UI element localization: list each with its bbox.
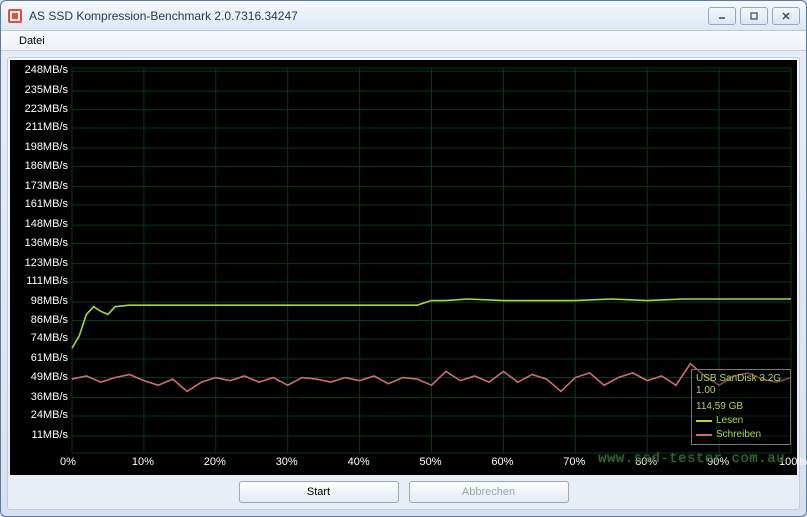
window-buttons — [708, 7, 800, 25]
legend-device: USB SanDisk 3.2G — [696, 373, 786, 385]
x-tick-label: 90% — [707, 456, 729, 468]
x-tick-label: 20% — [204, 456, 226, 468]
x-tick-label: 80% — [635, 456, 657, 468]
y-tick-label: 223MB/s — [12, 103, 68, 115]
y-tick-label: 98MB/s — [12, 295, 68, 307]
y-tick-label: 198MB/s — [12, 141, 68, 153]
x-tick-label: 40% — [348, 456, 370, 468]
app-window: AS SSD Kompression-Benchmark 2.0.7316.34… — [0, 0, 807, 517]
y-tick-label: 24MB/s — [12, 409, 68, 421]
legend-box: USB SanDisk 3.2G 1.00 114,59 GB Lesen Sc… — [691, 369, 791, 445]
y-tick-label: 211MB/s — [12, 121, 68, 133]
chart-area: 11MB/s 24MB/s 36MB/s 49MB/s 61MB/s 74MB/s 86MB… — [10, 60, 797, 475]
y-tick-label: 36MB/s — [12, 391, 68, 403]
y-tick-label: 148MB/s — [12, 218, 68, 230]
client-area: 11MB/s 24MB/s 36MB/s 49MB/s 61MB/s 74MB/s 86MB… — [7, 57, 800, 510]
y-tick-label: 74MB/s — [12, 332, 68, 344]
titlebar: AS SSD Kompression-Benchmark 2.0.7316.34… — [1, 1, 806, 31]
y-tick-label: 123MB/s — [12, 257, 68, 269]
legend-swatch-write — [696, 434, 712, 436]
y-tick-label: 136MB/s — [12, 237, 68, 249]
y-tick-label: 86MB/s — [12, 314, 68, 326]
window-title: AS SSD Kompression-Benchmark 2.0.7316.34… — [29, 9, 708, 23]
maximize-button[interactable] — [740, 7, 768, 25]
chart-svg — [10, 60, 797, 475]
x-tick-label: 60% — [491, 456, 513, 468]
y-tick-label: 111MB/s — [12, 275, 68, 287]
x-tick-label: 30% — [276, 456, 298, 468]
legend-capacity: 114,59 GB — [696, 401, 786, 413]
y-tick-label: 173MB/s — [12, 180, 68, 192]
x-tick-label: 0% — [60, 456, 76, 468]
legend-write-label: Schreiben — [716, 429, 761, 441]
legend-read-label: Lesen — [716, 415, 743, 427]
y-tick-label: 186MB/s — [12, 160, 68, 172]
y-tick-label: 248MB/s — [12, 64, 68, 76]
button-bar: Start Abbrechen — [8, 475, 799, 509]
start-button[interactable]: Start — [239, 481, 399, 503]
close-button[interactable] — [772, 7, 800, 25]
y-tick-label: 235MB/s — [12, 84, 68, 96]
y-tick-label: 11MB/s — [12, 429, 68, 441]
x-tick-label: 10% — [132, 456, 154, 468]
cancel-button[interactable]: Abbrechen — [409, 481, 569, 503]
minimize-button[interactable] — [708, 7, 736, 25]
legend-swatch-read — [696, 420, 712, 422]
legend-row-read: Lesen — [696, 415, 786, 427]
y-tick-label: 161MB/s — [12, 198, 68, 210]
menu-file[interactable]: Datei — [11, 33, 53, 49]
legend-version: 1.00 — [696, 385, 786, 397]
y-tick-label: 61MB/s — [12, 352, 68, 364]
menubar: Datei — [1, 31, 806, 51]
y-tick-label: 49MB/s — [12, 371, 68, 383]
x-tick-label: 70% — [563, 456, 585, 468]
x-tick-label: 50% — [420, 456, 442, 468]
x-tick-label: 100% — [779, 456, 807, 468]
app-icon — [7, 8, 23, 24]
legend-row-write: Schreiben — [696, 429, 786, 441]
